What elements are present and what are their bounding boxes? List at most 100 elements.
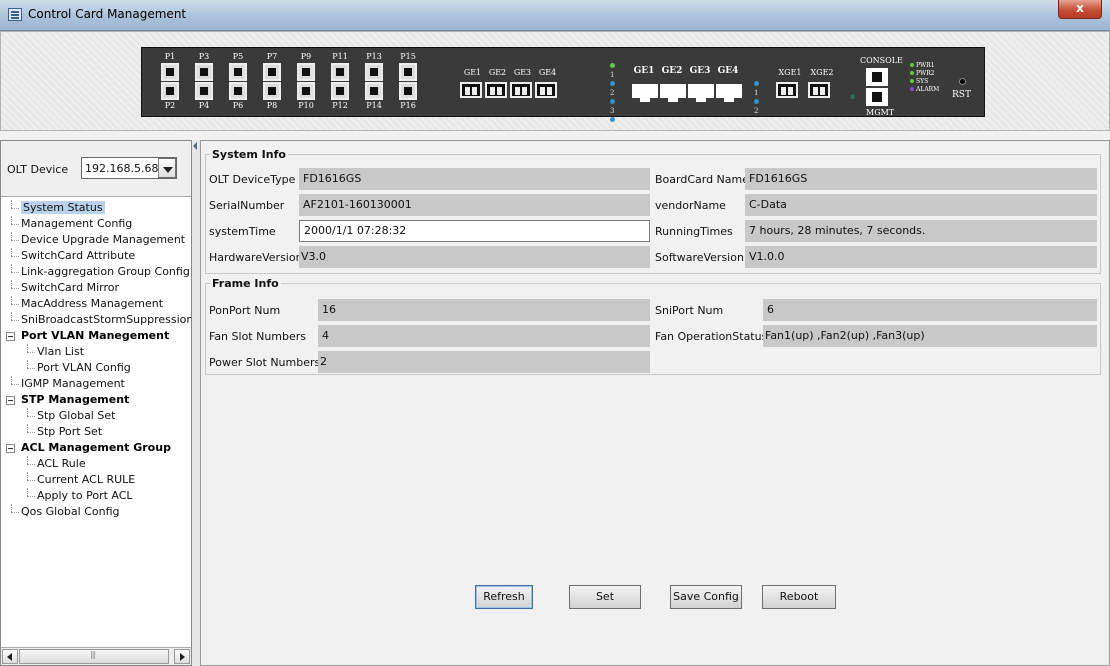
pon-port-pair: P13 P14 [364,52,384,111]
tree-item-label: Port VLAN Config [37,361,131,374]
scroll-right-arrow-icon[interactable] [174,649,190,664]
vendor-name-label: vendorName [655,199,726,212]
pon-port-label: P12 [332,101,348,110]
sfp-port-icon [485,82,507,98]
collapse-icon[interactable] [6,396,15,405]
pon-port-icon [365,82,383,100]
app-icon [8,8,22,21]
tree-item-label: Link-aggregation Group Config [21,265,190,278]
close-button[interactable]: x [1058,0,1102,19]
tree-item[interactable]: Current ACL RULE [1,472,191,488]
tree-item[interactable]: SniBroadcastStormSuppression [1,312,191,328]
device-front-panel: P1 P2 P3 P4 P5 P6 P7 P8 P9 P10 P11 P12 P13 P14 P15 P16 G… [141,47,985,133]
frame-info-legend: Frame Info [212,277,279,290]
fan-slot-field: 4 [318,325,650,347]
system-info-legend: System Info [212,148,286,161]
tree-item[interactable]: Qos Global Config [1,504,191,520]
pon-port-icon [161,63,179,81]
ponport-num-field: 16 [318,299,650,321]
vendor-name-field: C-Data [745,194,1097,216]
panel-splitter[interactable] [192,140,200,666]
pon-port-pair: P15 P16 [398,52,418,111]
xge-led-label: 1 [754,89,759,97]
olt-device-type-label: OLT DeviceType [209,173,296,186]
pon-port-pair: P1 P2 [160,52,180,111]
pon-port-icon [263,82,281,100]
tree-item[interactable]: SwitchCard Mirror [1,280,191,296]
status-led-label: SYS [916,78,929,85]
scroll-thumb[interactable] [19,649,169,664]
refresh-button[interactable]: Refresh [475,585,533,609]
power-slot-field: 2 [318,351,650,373]
pon-port-label: P1 [164,52,176,61]
tree-item[interactable]: MacAddress Management [1,296,191,312]
tree-item[interactable]: Stp Port Set [1,424,191,440]
tree-item[interactable]: Device Upgrade Management [1,232,191,248]
tree-item[interactable]: ACL Rule [1,456,191,472]
olt-device-type-field: FD1616GS [299,168,650,190]
ge-led-label: 3 [610,107,615,115]
running-times-label: RunningTimes [655,225,733,238]
sfp-port-icon [535,82,557,98]
ge-led-group: 1 2 3 4 [610,62,620,134]
tree-item[interactable]: Management Config [1,216,191,232]
reset-button-icon[interactable] [959,78,966,85]
collapse-icon[interactable] [6,332,15,341]
navigation-tree: System Status Management Config Device Upg… [1,200,191,520]
reboot-button[interactable]: Reboot [762,585,836,609]
scroll-left-arrow-icon[interactable] [2,649,18,664]
system-time-input[interactable]: 2000/1/1 07:28:32 [299,220,650,242]
ge-rj45-label: GE4 [717,66,739,76]
rj45-port-icon [660,84,686,102]
pon-port-label: P4 [198,101,210,110]
tree-item[interactable]: STP Management [1,392,191,408]
tree-item[interactable]: Port VLAN Manegement [1,328,191,344]
pon-port-pair: P3 P4 [194,52,214,111]
tree-item-label: SwitchCard Attribute [21,249,136,262]
pon-port-icon [229,82,247,100]
chevron-down-icon[interactable] [158,158,176,178]
pon-port-label: P15 [400,52,416,61]
sfp-port-icon [460,82,482,98]
pon-port-icon [297,63,315,81]
tree-item[interactable]: Apply to Port ACL [1,488,191,504]
sidebar-horizontal-scrollbar[interactable] [1,647,191,665]
tree-item[interactable]: Port VLAN Config [1,360,191,376]
window-title: Control Card Management [28,7,187,21]
tree-item[interactable]: System Status [1,200,191,216]
tree-item-label: Vlan List [37,345,85,358]
rj45-port-icon [716,84,742,102]
tree-item[interactable]: IGMP Management [1,376,191,392]
pon-port-icon [399,63,417,81]
xge-led-label: 2 [754,107,759,115]
collapse-icon[interactable] [6,444,15,453]
tree-item[interactable]: ACL Management Group [1,440,191,456]
tree-item-label: STP Management [21,393,130,406]
ponport-num-label: PonPort Num [209,304,281,317]
save-config-button[interactable]: Save Config [670,585,742,609]
pon-port-icon [229,63,247,81]
tree-item-label: IGMP Management [21,377,125,390]
ge-rj45-label: GE2 [661,66,683,76]
olt-device-label: OLT Device [7,163,69,176]
software-version-label: SoftwareVersion [655,251,744,264]
running-times-field: 7 hours, 28 minutes, 7 seconds. [745,220,1097,242]
status-dot-icon [850,94,855,99]
xge-label: XGE2 [810,68,834,77]
rj45-port-icon [632,84,658,102]
tree-item[interactable]: Link-aggregation Group Config [1,264,191,280]
pon-port-label: P9 [300,52,312,61]
pon-port-icon [365,63,383,81]
led-icon [610,99,615,104]
ge-sfp-labels: GE1 GE2 GE3 GE4 [460,68,560,77]
sidebar: OLT Device 192.168.5.68 System Status Man… [0,140,192,666]
olt-device-combobox[interactable]: 192.168.5.68 [81,157,177,179]
pon-port-icon [195,63,213,81]
tree-item[interactable]: SwitchCard Attribute [1,248,191,264]
pon-port-label: P11 [332,52,348,61]
ge-sfp-label: GE1 [463,68,482,77]
set-button[interactable]: Set [569,585,641,609]
tree-item[interactable]: Vlan List [1,344,191,360]
tree-item[interactable]: Stp Global Set [1,408,191,424]
title-bar: Control Card Management x [0,0,1110,31]
